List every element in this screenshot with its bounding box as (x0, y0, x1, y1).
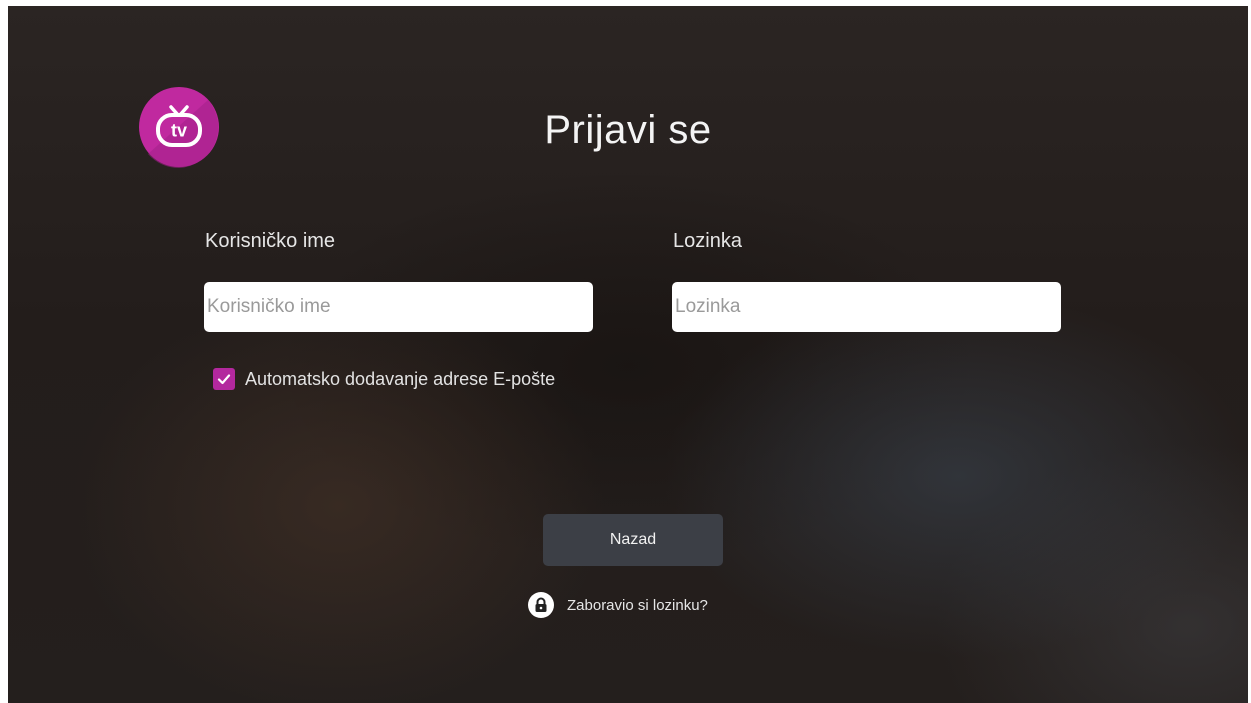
checkmark-icon (217, 374, 231, 385)
username-input[interactable] (204, 282, 593, 332)
password-input[interactable] (672, 282, 1061, 332)
username-label: Korisničko ime (205, 230, 336, 252)
lock-icon (528, 592, 554, 618)
back-button[interactable]: Nazad (543, 514, 723, 566)
auto-email-option[interactable]: Automatsko dodavanje adrese E-pošte (213, 368, 555, 390)
forgot-password-link[interactable]: Zaboravio si lozinku? (528, 592, 708, 618)
login-screen: tv Prijavi se Korisničko ime Lozinka Aut… (8, 6, 1248, 703)
auto-email-label: Automatsko dodavanje adrese E-pošte (245, 368, 556, 389)
forgot-password-label: Zaboravio si lozinku? (567, 596, 708, 614)
page-title: Prijavi se (544, 108, 712, 152)
password-label: Lozinka (673, 230, 742, 252)
auto-email-checkbox[interactable] (213, 368, 235, 390)
